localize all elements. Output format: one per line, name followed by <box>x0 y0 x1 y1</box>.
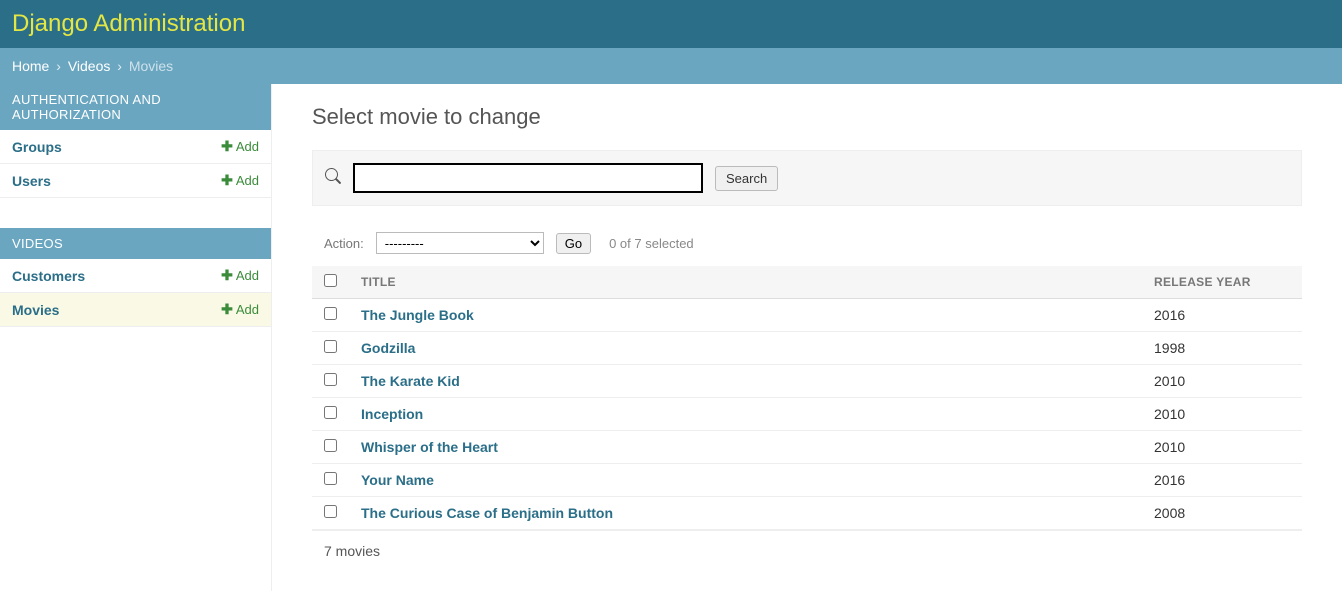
breadcrumb-sep: › <box>56 58 61 74</box>
table-row: Godzilla 1998 <box>312 332 1302 365</box>
search-input[interactable] <box>353 163 703 193</box>
selection-count: 0 of 7 selected <box>609 236 694 251</box>
sidebar-item-movies[interactable]: Movies ✚ Add <box>0 293 271 327</box>
sidebar-item-customers[interactable]: Customers ✚ Add <box>0 259 271 293</box>
movie-link[interactable]: Your Name <box>361 472 434 488</box>
section-header-videos: VIDEOS <box>0 228 271 259</box>
movie-link[interactable]: Godzilla <box>361 340 415 356</box>
add-label: Add <box>236 139 259 154</box>
breadcrumb-videos[interactable]: Videos <box>68 58 111 74</box>
movie-year: 1998 <box>1142 332 1302 365</box>
add-customers-link[interactable]: ✚ Add <box>221 267 259 284</box>
row-checkbox[interactable] <box>324 307 337 320</box>
section-header-auth: AUTHENTICATION AND AUTHORIZATION <box>0 84 271 130</box>
movie-link[interactable]: The Curious Case of Benjamin Button <box>361 505 613 521</box>
action-select[interactable]: --------- <box>376 232 544 254</box>
row-checkbox[interactable] <box>324 373 337 386</box>
sidebar-item-label: Groups <box>12 139 62 155</box>
result-count: 7 movies <box>312 530 1302 571</box>
sidebar-item-groups[interactable]: Groups ✚ Add <box>0 130 271 164</box>
table-row: Your Name 2016 <box>312 464 1302 497</box>
main-content: Select movie to change Search Action: --… <box>272 84 1342 591</box>
row-checkbox[interactable] <box>324 472 337 485</box>
actions-row: Action: --------- Go 0 of 7 selected <box>312 226 1302 260</box>
row-checkbox[interactable] <box>324 505 337 518</box>
sidebar-item-label: Movies <box>12 302 59 318</box>
table-row: Whisper of the Heart 2010 <box>312 431 1302 464</box>
movie-year: 2010 <box>1142 398 1302 431</box>
plus-icon: ✚ <box>221 172 233 189</box>
add-movies-link[interactable]: ✚ Add <box>221 301 259 318</box>
breadcrumb-current: Movies <box>129 58 173 74</box>
row-checkbox[interactable] <box>324 439 337 452</box>
sidebar-section-auth: AUTHENTICATION AND AUTHORIZATION Groups … <box>0 84 271 198</box>
search-button[interactable]: Search <box>715 166 778 191</box>
breadcrumb-sep: › <box>117 58 122 74</box>
table-row: The Jungle Book 2016 <box>312 299 1302 332</box>
add-label: Add <box>236 268 259 283</box>
movie-year: 2010 <box>1142 431 1302 464</box>
movie-link[interactable]: The Karate Kid <box>361 373 460 389</box>
movie-link[interactable]: The Jungle Book <box>361 307 474 323</box>
breadcrumb-home[interactable]: Home <box>12 58 49 74</box>
movie-year: 2010 <box>1142 365 1302 398</box>
sidebar-item-label: Customers <box>12 268 85 284</box>
table-row: The Karate Kid 2010 <box>312 365 1302 398</box>
plus-icon: ✚ <box>221 267 233 284</box>
action-label: Action: <box>324 236 364 251</box>
movie-year: 2008 <box>1142 497 1302 530</box>
select-all-checkbox[interactable] <box>324 274 337 287</box>
col-title[interactable]: TITLE <box>349 266 1142 299</box>
movie-link[interactable]: Whisper of the Heart <box>361 439 498 455</box>
add-groups-link[interactable]: ✚ Add <box>221 138 259 155</box>
search-icon <box>325 168 341 189</box>
go-button[interactable]: Go <box>556 233 591 254</box>
movie-link[interactable]: Inception <box>361 406 423 422</box>
add-label: Add <box>236 173 259 188</box>
search-bar: Search <box>312 150 1302 206</box>
movie-year: 2016 <box>1142 299 1302 332</box>
add-users-link[interactable]: ✚ Add <box>221 172 259 189</box>
site-title: Django Administration <box>12 10 245 37</box>
table-row: Inception 2010 <box>312 398 1302 431</box>
results-table: TITLE RELEASE YEAR The Jungle Book2016Go… <box>312 266 1302 530</box>
breadcrumbs: Home › Videos › Movies <box>0 48 1342 84</box>
row-checkbox[interactable] <box>324 406 337 419</box>
header: Django Administration <box>0 0 1342 48</box>
page-title: Select movie to change <box>312 104 1302 130</box>
sidebar: AUTHENTICATION AND AUTHORIZATION Groups … <box>0 84 272 591</box>
plus-icon: ✚ <box>221 301 233 318</box>
table-row: The Curious Case of Benjamin Button 2008 <box>312 497 1302 530</box>
row-checkbox[interactable] <box>324 340 337 353</box>
movie-year: 2016 <box>1142 464 1302 497</box>
sidebar-item-users[interactable]: Users ✚ Add <box>0 164 271 198</box>
sidebar-item-label: Users <box>12 173 51 189</box>
sidebar-section-videos: VIDEOS Customers ✚ Add Movies ✚ Add <box>0 228 271 327</box>
plus-icon: ✚ <box>221 138 233 155</box>
col-year[interactable]: RELEASE YEAR <box>1142 266 1302 299</box>
add-label: Add <box>236 302 259 317</box>
